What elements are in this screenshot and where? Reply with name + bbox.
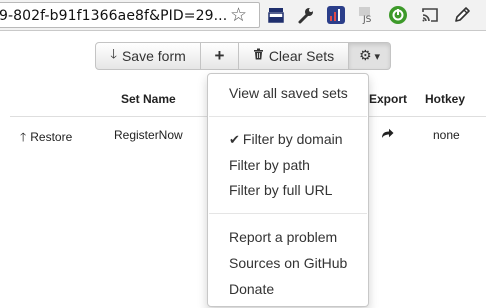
restore-link[interactable]: 🡑 Restore xyxy=(20,128,72,149)
export-icon[interactable] xyxy=(381,128,394,142)
menu-item-filter-by-path[interactable]: Filter by path xyxy=(229,157,310,173)
caret-down-icon: ▾ xyxy=(374,49,381,63)
trash-icon xyxy=(253,48,264,64)
save-form-label: Save form xyxy=(121,48,186,64)
bookmark-star-icon[interactable]: ☆ xyxy=(230,5,247,25)
menu-item-donate[interactable]: Donate xyxy=(229,281,274,297)
clear-sets-label: Clear Sets xyxy=(268,48,335,64)
gear-icon: ⚙ xyxy=(358,48,372,64)
column-header-hotkey: Hotkey xyxy=(425,92,466,106)
menu-item-view-all-sets[interactable]: View all saved sets xyxy=(229,85,348,101)
menu-item-filter-by-domain[interactable]: ✔ Filter by domain xyxy=(229,131,343,148)
menu-item-report-problem[interactable]: Report a problem xyxy=(229,229,337,245)
address-bar-text[interactable]: 9-802f-b91f1366ae8f&PID=29... xyxy=(0,8,227,24)
column-header-export: Export xyxy=(369,92,408,106)
wrench-extension-icon[interactable] xyxy=(296,5,316,25)
browser-toolbar: 9-802f-b91f1366ae8f&PID=29... ☆ JS xyxy=(0,0,486,31)
menu-item-sources-github[interactable]: Sources on GitHub xyxy=(229,255,347,271)
save-form-button[interactable]: 🡓 Save form xyxy=(95,42,201,70)
menu-divider xyxy=(209,213,367,214)
hotkey-cell: none xyxy=(433,128,460,142)
popup-toolbar: 🡓 Save form + Clear Sets ⚙ ▾ xyxy=(95,42,391,70)
filter-by-domain-label: Filter by domain xyxy=(242,131,343,147)
cast-icon[interactable] xyxy=(420,5,440,25)
layout-extension-icon[interactable] xyxy=(266,5,286,25)
settings-dropdown-button[interactable]: ⚙ ▾ xyxy=(349,42,391,70)
svg-text:JS: JS xyxy=(362,15,372,25)
clear-sets-button[interactable]: Clear Sets xyxy=(239,42,349,70)
js-extension-icon[interactable]: JS xyxy=(356,5,376,25)
add-set-button[interactable]: + xyxy=(201,42,239,70)
plus-icon: + xyxy=(214,46,225,65)
menu-divider xyxy=(209,116,367,117)
menu-item-filter-by-full-url[interactable]: Filter by full URL xyxy=(229,182,332,198)
checkmark-icon: ✔ xyxy=(229,133,240,148)
arrow-down-icon: 🡓 xyxy=(110,47,117,62)
arrow-up-icon: 🡑 xyxy=(20,130,27,144)
power-extension-icon[interactable] xyxy=(388,5,408,25)
pencil-extension-icon[interactable] xyxy=(452,5,472,25)
restore-label: Restore xyxy=(30,130,73,144)
set-name-cell[interactable]: RegisterNow xyxy=(114,128,183,142)
stats-extension-icon[interactable] xyxy=(326,5,346,25)
address-bar[interactable]: 9-802f-b91f1366ae8f&PID=29... ☆ xyxy=(0,2,260,28)
settings-dropdown-menu: View all saved sets ✔ Filter by domain Fi… xyxy=(207,73,369,307)
column-header-set-name: Set Name xyxy=(121,92,176,106)
